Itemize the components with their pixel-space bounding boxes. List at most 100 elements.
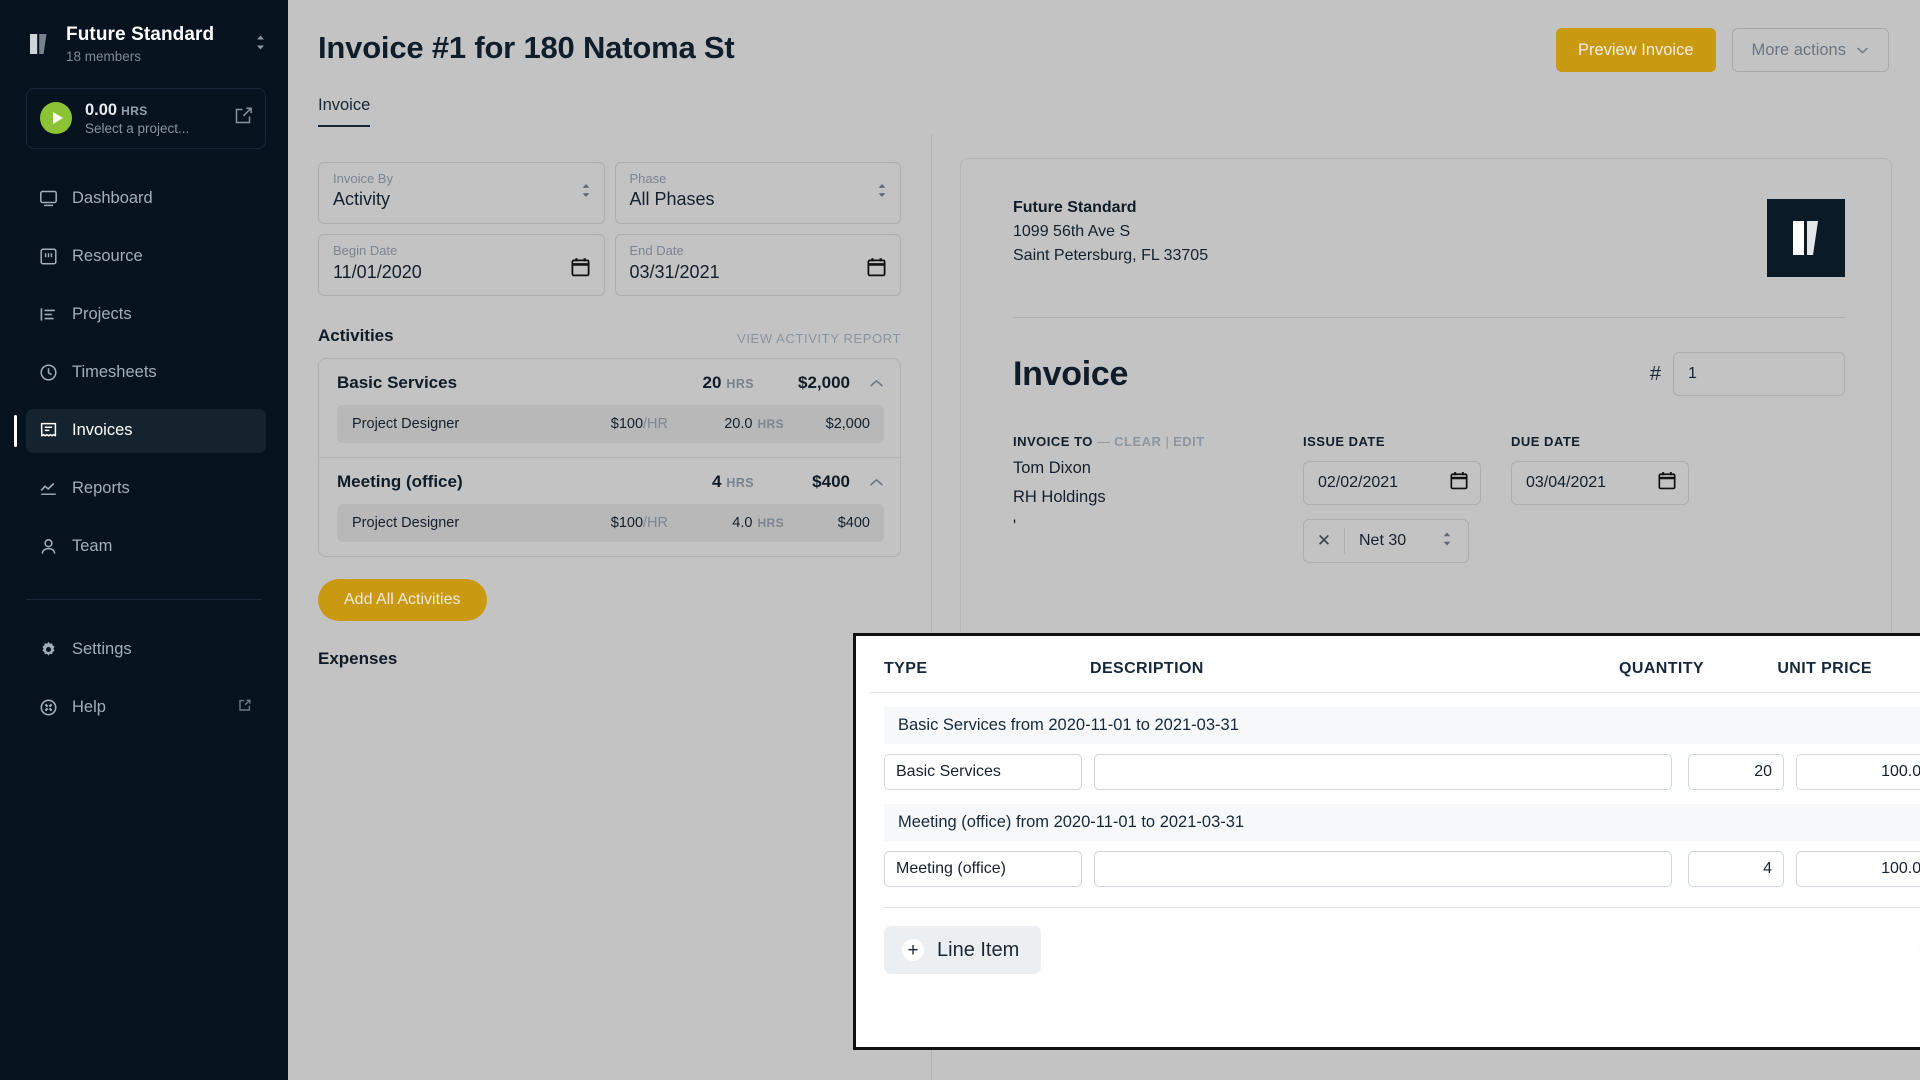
calendar-icon[interactable]	[1450, 471, 1468, 495]
activity-hours: 4	[711, 472, 722, 491]
activities-header: Activities VIEW ACTIVITY REPORT	[318, 326, 901, 346]
invoice-meta: INVOICE TO — CLEAR | EDIT Tom Dixon RH H…	[1013, 434, 1845, 563]
edit-recipient-link[interactable]: EDIT	[1173, 434, 1205, 449]
line-item-unit-price-input[interactable]	[1796, 851, 1920, 887]
sidebar-item-settings[interactable]: Settings	[26, 628, 266, 672]
view-activity-report-link[interactable]: VIEW ACTIVITY REPORT	[737, 331, 901, 346]
sidebar: Future Standard 18 members 0.00 HRS Selec…	[0, 0, 288, 1080]
chevron-updown-icon	[877, 183, 887, 204]
invoice-by-select[interactable]: Invoice By Activity	[318, 162, 605, 224]
line-items-panel: TYPE DESCRIPTION QUANTITY UNIT PRICE AMO…	[853, 633, 1920, 1050]
invoice-title-row: Invoice #	[1013, 352, 1845, 396]
sidebar-item-projects[interactable]: Projects	[26, 293, 266, 337]
sidebar-item-label: Settings	[72, 640, 132, 659]
org-name: Future Standard	[66, 24, 215, 45]
activity-group-header[interactable]: Basic Services 20 HRS $2,000	[337, 373, 884, 393]
line-item-row: ✕	[870, 841, 1920, 887]
tab-invoice[interactable]: Invoice	[318, 96, 371, 127]
add-all-activities-button[interactable]: Add All Activities	[318, 579, 487, 621]
invoice-from: Future Standard 1099 56th Ave S Saint Pe…	[1013, 199, 1208, 265]
line-item-unit-price-input[interactable]	[1796, 754, 1920, 790]
line-item-description-input[interactable]	[1094, 851, 1672, 887]
line-item-quantity-input[interactable]	[1688, 754, 1784, 790]
org-switcher[interactable]: Future Standard 18 members	[0, 0, 288, 74]
due-date-label: DUE DATE	[1511, 434, 1581, 449]
column-header-unit-price: UNIT PRICE	[1777, 660, 1872, 677]
issue-date-value: 02/02/2021	[1318, 474, 1399, 491]
calendar-icon[interactable]	[867, 257, 886, 282]
activities-title: Activities	[318, 326, 394, 345]
resource-icon	[38, 247, 58, 267]
chevron-up-icon[interactable]	[850, 472, 884, 492]
phase-select[interactable]: Phase All Phases	[614, 162, 901, 224]
timer-widget[interactable]: 0.00 HRS Select a project...	[26, 87, 266, 149]
brand-logo-icon	[26, 31, 52, 57]
line-item-description-input[interactable]	[1094, 754, 1672, 790]
close-icon[interactable]: ✕	[1304, 531, 1344, 551]
sidebar-item-team[interactable]: Team	[26, 525, 266, 569]
line-item-group-heading: Basic Services from 2020-11-01 to 2021-0…	[884, 707, 1920, 744]
activity-name: Meeting (office)	[337, 472, 463, 491]
invoice-top: Future Standard 1099 56th Ave S Saint Pe…	[1013, 199, 1845, 277]
issue-date-label: ISSUE DATE	[1303, 434, 1386, 449]
page-title: Invoice #1 for 180 Natoma St	[318, 30, 735, 65]
projects-icon	[38, 305, 58, 325]
column-header-type: TYPE	[884, 660, 928, 677]
sidebar-nav: Dashboard Resource Projects Timesheets I…	[0, 177, 288, 569]
preview-invoice-button[interactable]: Preview Invoice	[1555, 28, 1716, 72]
activity-rate: $100	[610, 515, 644, 531]
line-item-group-heading: Meeting (office) from 2020-11-01 to 2021…	[884, 804, 1920, 841]
payment-terms-select[interactable]: ✕ Net 30	[1303, 519, 1469, 563]
begin-date-field[interactable]: Begin Date 11/01/2020	[318, 234, 605, 296]
activity-hours-unit: HRS	[726, 476, 754, 490]
phase-label: Phase	[629, 171, 667, 186]
from-address-1: 1099 56th Ave S	[1013, 223, 1131, 240]
line-item-type-input[interactable]	[884, 754, 1082, 790]
activity-group-header[interactable]: Meeting (office) 4 HRS $400	[337, 472, 884, 492]
edit-square-icon[interactable]	[234, 106, 253, 130]
play-icon[interactable]	[40, 102, 72, 135]
end-date-field[interactable]: End Date 03/31/2021	[614, 234, 901, 296]
sidebar-item-help[interactable]: Help	[26, 686, 266, 730]
invoice-number-input[interactable]	[1673, 352, 1845, 396]
activity-role: Project Designer	[352, 416, 460, 432]
invoice-by-value: Activity	[333, 189, 391, 209]
due-date-field[interactable]: 03/04/2021	[1511, 461, 1689, 505]
gear-icon	[38, 640, 58, 660]
timer-unit: HRS	[121, 103, 148, 118]
invoice-to-dash: —	[1097, 434, 1111, 449]
filter-row-2: Begin Date 11/01/2020 End Date 03/31/202…	[318, 234, 901, 296]
column-header-description: DESCRIPTION	[1090, 660, 1204, 677]
clear-recipient-link[interactable]: CLEAR	[1114, 434, 1161, 449]
help-icon	[38, 698, 58, 718]
chevron-updown-icon[interactable]	[255, 34, 266, 53]
line-item-quantity-input[interactable]	[1688, 851, 1784, 887]
begin-date-label: Begin Date	[333, 243, 398, 258]
more-actions-button[interactable]: More actions	[1731, 28, 1889, 72]
page-tabs: Invoice	[318, 96, 371, 127]
sidebar-item-dashboard[interactable]: Dashboard	[26, 177, 266, 221]
sidebar-item-invoices[interactable]: Invoices	[14, 408, 266, 453]
end-date-label: End Date	[629, 243, 684, 258]
add-line-item-button[interactable]: + Line Item	[884, 926, 1042, 974]
activity-row-hours-unit: HRS	[757, 516, 784, 530]
calendar-icon[interactable]	[1658, 471, 1676, 495]
sidebar-item-resource[interactable]: Resource	[26, 235, 266, 279]
phase-value: All Phases	[629, 189, 715, 209]
separator-pipe: |	[1165, 434, 1169, 449]
issue-date-field[interactable]: 02/02/2021	[1303, 461, 1481, 505]
calendar-icon[interactable]	[570, 257, 590, 282]
sidebar-item-reports[interactable]: Reports	[26, 467, 266, 511]
activity-hours: 20	[702, 373, 722, 392]
sidebar-item-label: Help	[72, 698, 106, 717]
chevron-updown-icon	[1442, 531, 1468, 552]
column-header-amount: AMOUNT	[1890, 660, 1920, 678]
begin-date-value: 11/01/2020	[333, 262, 422, 282]
line-item-row: ✕	[870, 744, 1920, 790]
invoice-to-label: INVOICE TO — CLEAR | EDIT	[1013, 434, 1303, 449]
line-items-footer: + Line Item Total $2,400.00	[870, 908, 1920, 974]
sidebar-item-timesheets[interactable]: Timesheets	[26, 351, 266, 395]
activities-pane: Invoice By Activity Phase All Phases Beg…	[288, 134, 932, 1080]
chevron-up-icon[interactable]	[850, 373, 884, 393]
line-item-type-input[interactable]	[884, 851, 1082, 887]
